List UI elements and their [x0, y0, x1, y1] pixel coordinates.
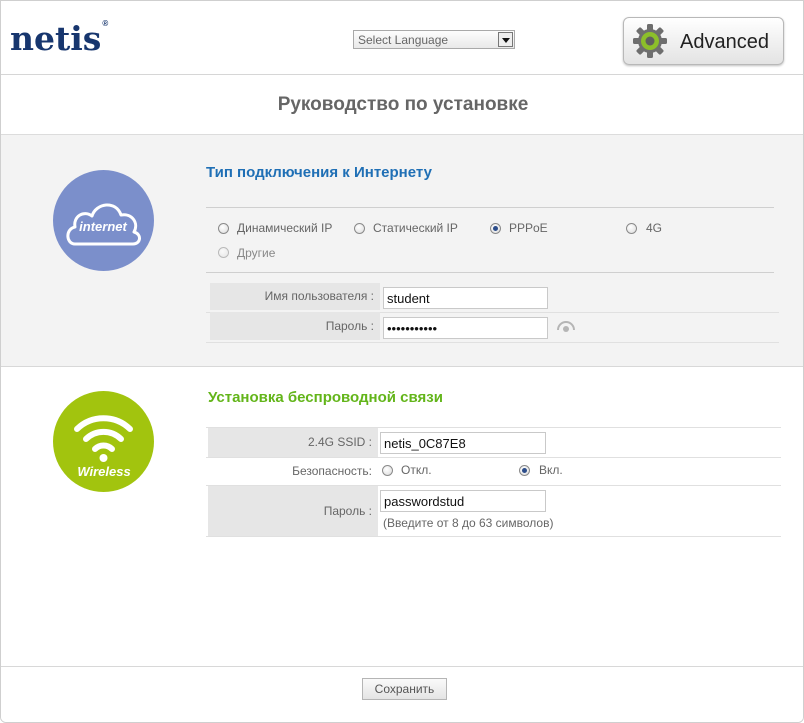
- divider: [206, 272, 774, 273]
- divider: [206, 207, 774, 208]
- registered-mark: ®: [102, 19, 109, 28]
- logo-text: netis: [10, 19, 102, 58]
- wireless-wifi-icon: Wireless: [53, 391, 154, 492]
- advanced-button[interactable]: Advanced: [623, 17, 784, 65]
- radio-other[interactable]: [218, 247, 229, 258]
- radio-label-security-off[interactable]: Откл.: [401, 463, 432, 477]
- radio-pppoe[interactable]: [490, 223, 501, 234]
- radio-label-pppoe[interactable]: PPPoE: [509, 221, 548, 235]
- save-button[interactable]: Сохранить: [362, 678, 447, 700]
- radio-security-off[interactable]: [382, 465, 393, 476]
- ssid-label: 2.4G SSID :: [208, 428, 378, 457]
- internet-section-title: Тип подключения к Интернету: [206, 164, 432, 181]
- radio-label-other[interactable]: Другие: [237, 246, 275, 260]
- top-header: netis® Select Language Advanced: [1, 1, 803, 75]
- password-label: Пароль :: [210, 312, 380, 340]
- wireless-section: Wireless Установка беспроводной связи 2.…: [1, 367, 803, 667]
- username-label: Имя пользователя :: [210, 283, 380, 310]
- wireless-section-title: Установка беспроводной связи: [208, 389, 443, 406]
- pppoe-password-input[interactable]: [383, 317, 548, 339]
- cloud-icon: internet: [66, 203, 141, 246]
- radio-label-security-on[interactable]: Вкл.: [539, 463, 563, 477]
- radio-label-dynamic-ip[interactable]: Динамический IP: [237, 221, 332, 235]
- internet-icon-text: internet: [79, 219, 127, 234]
- wifi-password-label: Пароль :: [208, 486, 378, 536]
- radio-dynamic-ip[interactable]: [218, 223, 229, 234]
- ssid-input[interactable]: [380, 432, 546, 454]
- username-input[interactable]: [383, 287, 548, 309]
- wifi-password-input[interactable]: [380, 490, 546, 512]
- netis-logo: netis®: [10, 19, 108, 58]
- row-divider: [206, 342, 779, 343]
- eye-icon[interactable]: [557, 320, 575, 332]
- page-title: Руководство по установке: [277, 94, 529, 115]
- radio-security-on[interactable]: [519, 465, 530, 476]
- internet-section: internet Тип подключения к Интернету Дин…: [1, 135, 803, 367]
- dropdown-arrow-icon[interactable]: [498, 32, 513, 47]
- radio-4g[interactable]: [626, 223, 637, 234]
- internet-cloud-icon: internet: [53, 170, 154, 271]
- wireless-icon-text: Wireless: [77, 464, 130, 479]
- wifi-icon: Wireless: [74, 415, 133, 479]
- advanced-button-label: Advanced: [680, 31, 769, 53]
- gear-icon: [633, 24, 667, 58]
- footer: Сохранить: [1, 667, 803, 722]
- title-band: Руководство по установке: [1, 75, 803, 135]
- language-select-value: Select Language: [358, 33, 449, 47]
- row-divider: [206, 536, 781, 537]
- radio-label-4g[interactable]: 4G: [646, 221, 662, 235]
- password-hint: (Введите от 8 до 63 символов): [383, 516, 554, 530]
- radio-static-ip[interactable]: [354, 223, 365, 234]
- setup-wizard-page: netis® Select Language Advanced Руководс…: [0, 0, 804, 723]
- radio-label-static-ip[interactable]: Статический IP: [373, 221, 458, 235]
- security-label: Безопасность:: [292, 464, 372, 478]
- language-select[interactable]: Select Language: [353, 30, 515, 49]
